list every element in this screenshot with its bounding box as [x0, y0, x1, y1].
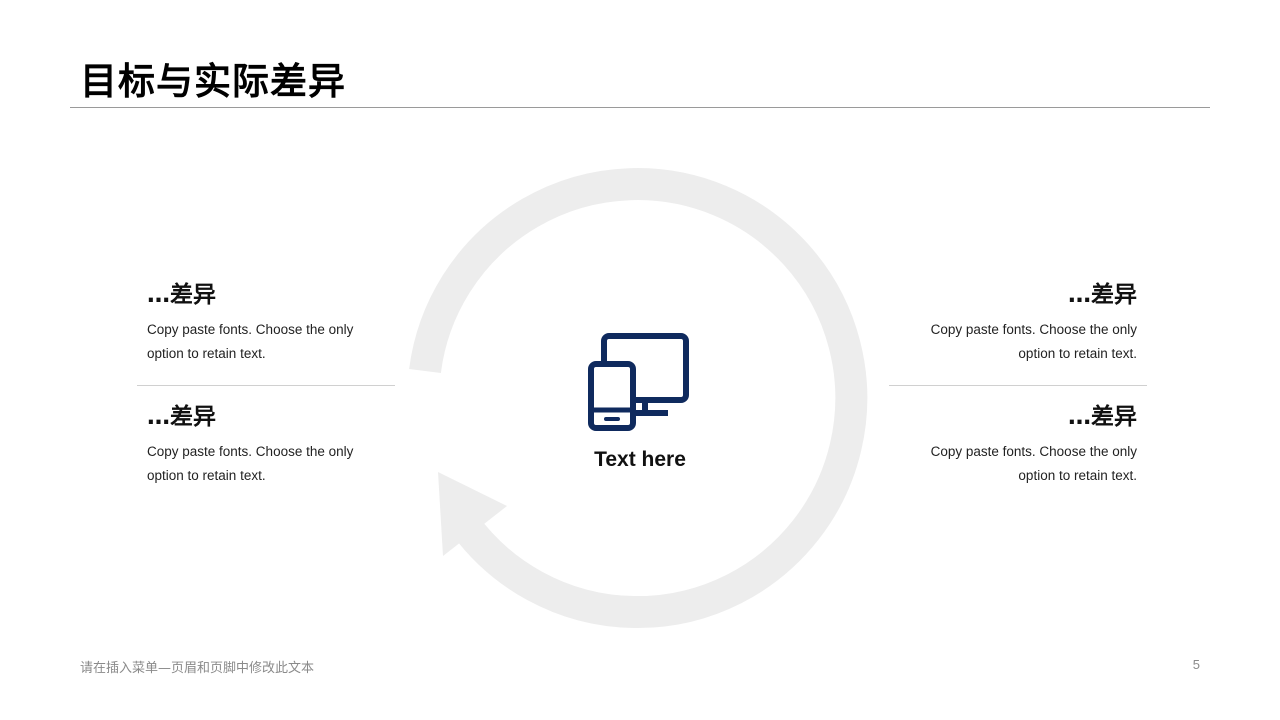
item-description-line: Copy paste fonts. Choose the only: [930, 444, 1137, 459]
item-heading: …差异: [147, 282, 216, 308]
item-description-line: option to retain text.: [1018, 346, 1137, 361]
slide: 目标与实际差异 Text here …差异 Copy paste fonts. …: [0, 0, 1280, 720]
item-description: Copy paste fonts. Choose the only option…: [907, 318, 1137, 366]
devices-icon[interactable]: [588, 330, 692, 432]
left-divider: [137, 385, 395, 386]
item-heading: …差异: [1068, 282, 1137, 308]
item-description: Copy paste fonts. Choose the only option…: [147, 440, 377, 488]
item-heading: …差异: [147, 404, 216, 430]
item-heading: …差异: [1068, 404, 1137, 430]
page-number: 5: [1192, 657, 1200, 672]
item-description: Copy paste fonts. Choose the only option…: [147, 318, 377, 366]
left-item-top[interactable]: …差异 Copy paste fonts. Choose the only op…: [147, 280, 377, 366]
left-item-bottom[interactable]: …差异 Copy paste fonts. Choose the only op…: [147, 402, 377, 488]
footer-text[interactable]: 请在插入菜单—页眉和页脚中修改此文本: [80, 657, 314, 676]
right-item-bottom[interactable]: …差异 Copy paste fonts. Choose the only op…: [907, 402, 1137, 488]
item-description-line: option to retain text.: [147, 468, 266, 483]
center-label[interactable]: Text here: [540, 448, 740, 472]
item-description: Copy paste fonts. Choose the only option…: [907, 440, 1137, 488]
item-description-line: Copy paste fonts. Choose the only: [147, 444, 354, 459]
item-description-line: Copy paste fonts. Choose the only: [147, 322, 354, 337]
right-item-top[interactable]: …差异 Copy paste fonts. Choose the only op…: [907, 280, 1137, 366]
item-description-line: Copy paste fonts. Choose the only: [930, 322, 1137, 337]
item-description-line: option to retain text.: [147, 346, 266, 361]
item-description-line: option to retain text.: [1018, 468, 1137, 483]
right-divider: [889, 385, 1147, 386]
